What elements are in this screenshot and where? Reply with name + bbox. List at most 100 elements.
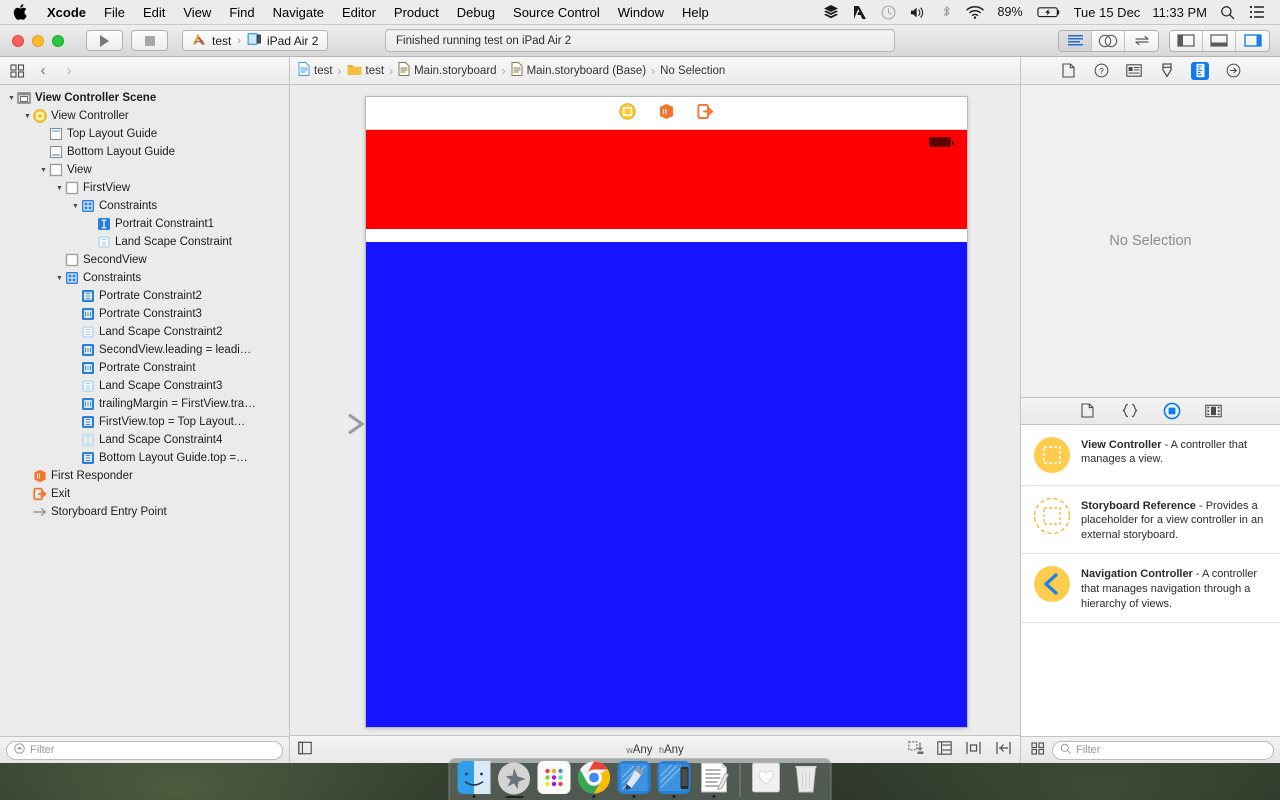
close-window-button[interactable] — [12, 34, 24, 47]
menu-item-edit[interactable]: Edit — [134, 0, 174, 24]
tree-row[interactable]: SecondView.leading = leadi… — [0, 341, 289, 359]
tree-row[interactable]: SecondView — [0, 251, 289, 269]
tree-row[interactable]: Land Scape Constraint — [0, 233, 289, 251]
menu-item-window[interactable]: Window — [609, 0, 673, 24]
menu-item-xcode[interactable]: Xcode — [38, 0, 95, 24]
assistant-editor-icon[interactable] — [1092, 30, 1125, 51]
embed-in-icon[interactable] — [937, 741, 952, 758]
library-filter-field[interactable]: Filter — [1052, 740, 1274, 760]
apple-logo-icon[interactable] — [0, 0, 38, 24]
menu-item-editor[interactable]: Editor — [333, 0, 385, 24]
dock-item-textedit[interactable] — [696, 761, 733, 798]
scene-view-area[interactable] — [366, 130, 967, 727]
disclosure-triangle-icon[interactable]: ▼ — [22, 113, 33, 120]
library-item-storyboard-reference[interactable]: Storyboard Reference - Provides a placeh… — [1021, 486, 1280, 555]
menu-item-file[interactable]: File — [95, 0, 134, 24]
tree-row[interactable]: Land Scape Constraint4 — [0, 431, 289, 449]
storyboard-canvas[interactable] — [290, 85, 1020, 735]
breadcrumb-item-selection[interactable]: No Selection — [660, 65, 725, 77]
tree-row[interactable]: Top Layout Guide — [0, 125, 289, 143]
file-template-library-icon[interactable] — [1078, 401, 1098, 421]
menu-item-product[interactable]: Product — [385, 0, 448, 24]
tree-row[interactable]: Storyboard Entry Point — [0, 503, 289, 521]
menu-item-source-control[interactable]: Source Control — [504, 0, 609, 24]
dock-item-xcode-beta[interactable] — [656, 761, 693, 798]
disclosure-triangle-icon[interactable]: ▼ — [6, 95, 17, 102]
run-button[interactable] — [86, 30, 123, 51]
tree-row[interactable]: Portrait Constraint1 — [0, 215, 289, 233]
scheme-selector[interactable]: test › iPad Air 2 — [182, 30, 329, 51]
pin-icon[interactable] — [995, 741, 1012, 758]
tree-row[interactable]: ▼ Constraints — [0, 197, 289, 215]
disclosure-triangle-icon[interactable]: ▼ — [54, 275, 65, 282]
size-class-indicator[interactable]: wAny hAny — [626, 744, 684, 756]
search-icon[interactable] — [1213, 0, 1242, 24]
tree-row[interactable]: ▼ View Controller Scene — [0, 89, 289, 107]
first-view[interactable] — [366, 130, 967, 229]
tree-row[interactable]: ▼ View — [0, 161, 289, 179]
stack-icon[interactable] — [816, 0, 846, 24]
maximize-window-button[interactable] — [52, 34, 64, 47]
identity-inspector-icon[interactable] — [1125, 62, 1143, 80]
menu-item-debug[interactable]: Debug — [448, 0, 504, 24]
dock-item-google-chrome[interactable] — [576, 761, 613, 798]
related-items-icon[interactable] — [5, 57, 29, 84]
battery-charging-icon[interactable] — [1030, 0, 1068, 24]
tree-row[interactable]: Portrate Constraint3 — [0, 305, 289, 323]
menu-item-view[interactable]: View — [174, 0, 220, 24]
align-icon[interactable] — [965, 741, 982, 758]
navigator-toggle-icon[interactable] — [1170, 30, 1203, 51]
standard-editor-icon[interactable] — [1059, 30, 1092, 51]
tree-row[interactable]: Portrate Constraint — [0, 359, 289, 377]
object-library-icon[interactable] — [1162, 401, 1182, 421]
quick-help-icon[interactable]: ? — [1092, 62, 1110, 80]
tree-row[interactable]: Bottom Layout Guide.top =… — [0, 449, 289, 467]
second-view[interactable] — [366, 242, 967, 727]
first-responder-icon[interactable] — [658, 103, 675, 123]
control-center-icon[interactable] — [1242, 0, 1272, 24]
tree-row[interactable]: Land Scape Constraint3 — [0, 377, 289, 395]
library-item-navigation-controller[interactable]: Navigation Controller - A controller tha… — [1021, 554, 1280, 624]
menu-item-find[interactable]: Find — [220, 0, 263, 24]
debug-area-toggle-icon[interactable] — [1203, 30, 1236, 51]
tree-row[interactable]: Portrate Constraint2 — [0, 287, 289, 305]
dock-item-photos[interactable] — [748, 761, 785, 798]
file-inspector-icon[interactable] — [1059, 62, 1077, 80]
clock-icon[interactable] — [874, 0, 903, 24]
adobe-icon[interactable] — [846, 0, 874, 24]
update-frames-icon[interactable] — [908, 741, 924, 758]
dock-item-finder[interactable] — [456, 761, 493, 798]
tree-row[interactable]: ▼ Constraints — [0, 269, 289, 287]
breadcrumb-item-project[interactable]: test — [298, 62, 333, 79]
tree-row[interactable]: FirstView.top = Top Layout… — [0, 413, 289, 431]
volume-icon[interactable] — [903, 0, 934, 24]
navigator-filter-field[interactable]: Filter — [6, 740, 283, 760]
tree-row[interactable]: Exit — [0, 485, 289, 503]
attributes-inspector-icon[interactable] — [1158, 62, 1176, 80]
media-library-icon[interactable] — [1204, 401, 1224, 421]
dock-item-trash[interactable] — [788, 761, 825, 798]
wifi-icon[interactable] — [959, 0, 991, 24]
dock-item-xcode[interactable] — [616, 761, 653, 798]
breadcrumb-item-folder[interactable]: test — [347, 63, 384, 79]
disclosure-triangle-icon[interactable]: ▼ — [70, 203, 81, 210]
bluetooth-icon[interactable] — [934, 0, 959, 24]
tree-row[interactable]: ▼ View Controller — [0, 107, 289, 125]
breadcrumb-item-storyboard[interactable]: Main.storyboard — [398, 62, 497, 79]
object-library-list[interactable]: View Controller - A controller that mana… — [1021, 424, 1280, 736]
forward-button[interactable]: › — [57, 57, 81, 84]
tree-row[interactable]: ▼ FirstView — [0, 179, 289, 197]
menu-item-navigate[interactable]: Navigate — [264, 0, 333, 24]
tree-row[interactable]: First Responder — [0, 467, 289, 485]
menu-item-help[interactable]: Help — [673, 0, 718, 24]
size-inspector-icon[interactable] — [1191, 61, 1209, 80]
code-snippet-library-icon[interactable] — [1120, 401, 1140, 421]
view-controller-icon[interactable] — [619, 103, 636, 123]
version-editor-icon[interactable] — [1125, 31, 1158, 51]
menubar-time[interactable]: 11:33 PM — [1146, 0, 1213, 24]
grid-view-icon[interactable] — [1031, 742, 1045, 758]
document-outline-toggle-icon[interactable] — [298, 741, 312, 758]
tree-row[interactable]: trailingMargin = FirstView.tra… — [0, 395, 289, 413]
breadcrumb-item-storyboard-base[interactable]: Main.storyboard (Base) — [511, 62, 646, 79]
utilities-toggle-icon[interactable] — [1236, 31, 1269, 51]
